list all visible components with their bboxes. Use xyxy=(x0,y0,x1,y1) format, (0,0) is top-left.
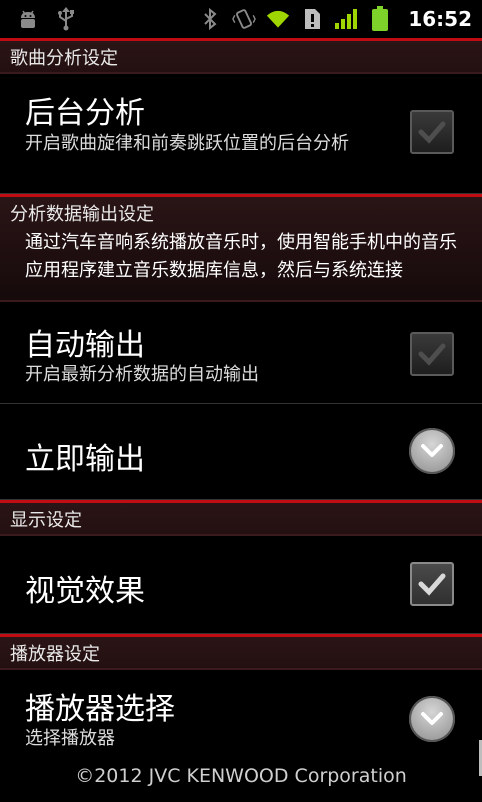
setting-summary: 选择播放器 xyxy=(25,728,115,749)
chevron-down-icon xyxy=(421,712,443,725)
setting-auto-output[interactable]: 自动输出 开启最新分析数据的自动输出 xyxy=(0,302,482,404)
player-select-button[interactable] xyxy=(409,696,455,742)
section-description: 通过汽车音响系统播放音乐时，使用智能手机中的音乐应用程序建立音乐数据库信息，然后… xyxy=(25,232,457,281)
checkmark-icon xyxy=(418,121,446,144)
setting-summary: 开启歌曲旋律和前奏跳跃位置的后台分析 xyxy=(25,133,349,154)
vibrate-icon xyxy=(232,7,257,31)
section-header-label: 歌曲分析设定 xyxy=(10,47,118,69)
section-header-label: 显示设定 xyxy=(10,509,82,531)
setting-background-analysis[interactable]: 后台分析 开启歌曲旋律和前奏跳跃位置的后台分析 xyxy=(0,74,482,194)
setting-player-select[interactable]: 播放器选择 选择播放器 xyxy=(0,670,482,750)
setting-summary: 开启最新分析数据的自动输出 xyxy=(25,364,259,385)
copyright-footer: ©2012 JVC KENWOOD Corporation xyxy=(0,750,482,802)
section-header-player: 播放器设定 xyxy=(0,634,482,670)
chevron-down-icon xyxy=(421,444,443,457)
background-analysis-checkbox[interactable] xyxy=(410,110,454,154)
section-header-data-output: 分析数据输出设定 通过汽车音响系统播放音乐时，使用智能手机中的音乐应用程序建立音… xyxy=(0,194,482,302)
section-header-song-analysis: 歌曲分析设定 xyxy=(0,38,482,74)
setting-title: 视觉效果 xyxy=(25,574,145,609)
checkmark-icon xyxy=(418,573,446,596)
setting-title: 播放器选择 xyxy=(25,692,175,727)
auto-output-checkbox[interactable] xyxy=(410,332,454,376)
wifi-icon xyxy=(266,7,290,31)
setting-title: 自动输出 xyxy=(25,328,145,363)
signal-icon xyxy=(334,7,358,31)
section-header-display: 显示设定 xyxy=(0,500,482,536)
section-header-label: 分析数据输出设定 xyxy=(10,204,154,225)
bluetooth-icon xyxy=(198,7,222,31)
settings-list[interactable]: 歌曲分析设定 后台分析 开启歌曲旋律和前奏跳跃位置的后台分析 分析数据输出设定 … xyxy=(0,38,482,750)
setting-visual-effect[interactable]: 视觉效果 xyxy=(0,536,482,634)
checkmark-icon xyxy=(418,343,446,366)
alert-icon xyxy=(300,7,324,31)
section-header-label: 播放器设定 xyxy=(10,643,100,665)
copyright-text: ©2012 JVC KENWOOD Corporation xyxy=(75,765,407,787)
status-bar: 16:52 xyxy=(0,0,482,38)
visual-effect-checkbox[interactable] xyxy=(410,562,454,606)
usb-icon xyxy=(54,7,78,31)
immediate-output-button[interactable] xyxy=(409,428,455,474)
android-debug-icon xyxy=(16,7,40,31)
setting-immediate-output[interactable]: 立即输出 xyxy=(0,404,482,500)
battery-icon xyxy=(368,6,392,31)
status-clock: 16:52 xyxy=(408,7,472,31)
setting-title: 立即输出 xyxy=(25,442,145,477)
setting-title: 后台分析 xyxy=(25,96,145,131)
